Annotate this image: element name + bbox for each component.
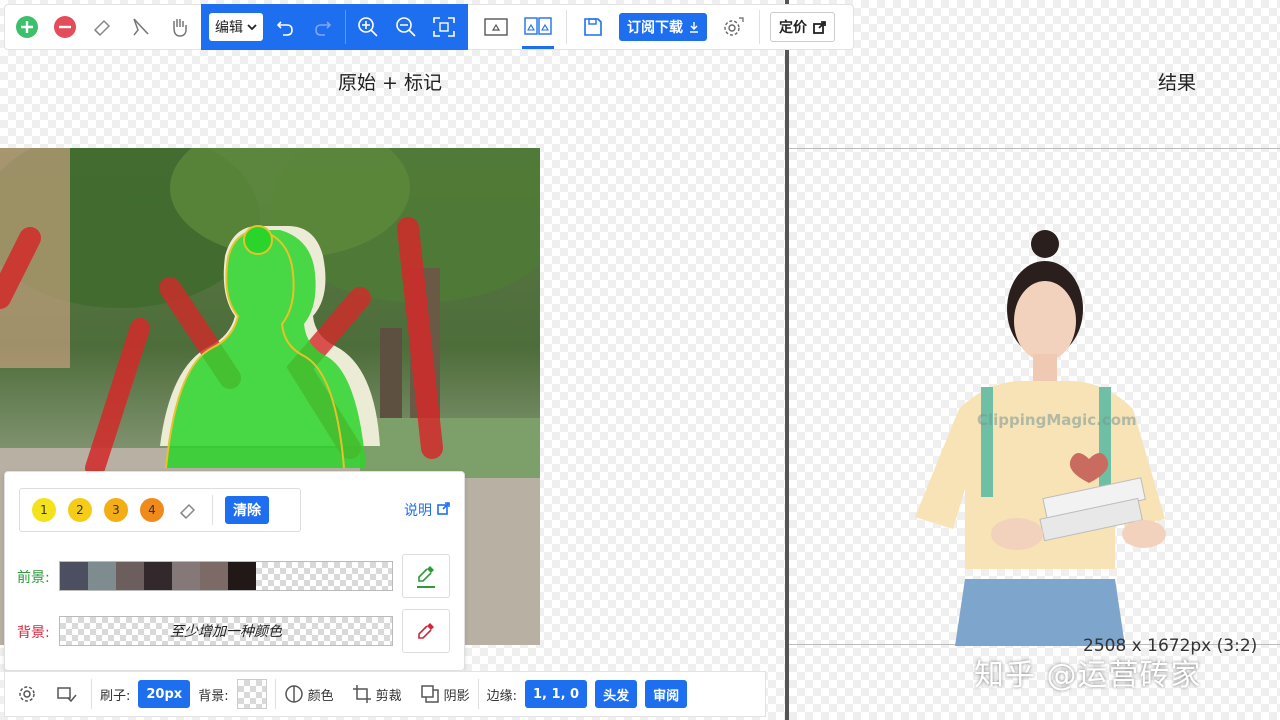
settings-gear-icon[interactable] — [11, 678, 43, 710]
download-settings-icon[interactable] — [717, 11, 749, 43]
single-view-icon[interactable] — [480, 11, 512, 43]
background-setting-label: 背景: — [198, 688, 229, 704]
main-toolbar: 编辑 订阅下载 定价 — [4, 4, 854, 50]
edge-label: 边缘: — [486, 688, 518, 704]
eraser-icon[interactable] — [176, 498, 200, 522]
save-group: 订阅下载 — [567, 5, 759, 49]
zoom-in-icon[interactable] — [352, 11, 384, 43]
mode-select[interactable]: 编辑 — [209, 13, 263, 41]
brush-size-button[interactable]: 20px — [138, 680, 191, 708]
background-preview-button[interactable] — [236, 679, 267, 709]
clippingmagic-watermark: ClippingMagic.com — [977, 411, 1137, 429]
foreground-swatch[interactable] — [172, 562, 200, 590]
crop-icon — [352, 685, 371, 703]
background-picker-button[interactable] — [402, 609, 450, 653]
bottom-toolbar: 刷子: 20px 背景: 颜色 剪裁 阴影 边缘: 1, 1, 0 头发 审阅 — [4, 671, 766, 717]
save-icon[interactable] — [577, 11, 609, 43]
foreground-swatch[interactable] — [144, 562, 172, 590]
shadow-button[interactable]: 阴影 — [420, 684, 470, 704]
brush-label: 刷子: — [100, 688, 131, 704]
help-link[interactable]: 说明 — [404, 500, 450, 520]
eyedropper-icon — [417, 566, 435, 588]
foreground-swatch[interactable] — [60, 562, 88, 590]
eraser-icon[interactable] — [87, 11, 119, 43]
background-swatch-bar[interactable]: 至少增加一种颜色 — [59, 616, 393, 646]
result-pane: 结果 ClippingMagic.com 2508 x 1672px (3:2)… — [789, 0, 1280, 720]
foreground-swatch[interactable] — [88, 562, 116, 590]
zoom-out-icon[interactable] — [390, 11, 422, 43]
original-pane-title: 原始 + 标记 — [338, 72, 442, 94]
subscribe-download-button[interactable]: 订阅下载 — [619, 13, 707, 41]
redo-icon[interactable] — [307, 11, 339, 43]
chevron-down-icon — [247, 24, 257, 31]
edit-zoom-group: 编辑 — [201, 4, 468, 50]
foreground-swatch[interactable] — [116, 562, 144, 590]
scalpel-icon[interactable] — [125, 11, 157, 43]
result-pane-title: 结果 — [1158, 72, 1197, 94]
background-label: 背景: — [17, 625, 50, 641]
foreground-swatch-bar[interactable] — [59, 561, 393, 591]
add-foreground-icon[interactable] — [11, 11, 43, 43]
brush-size-2[interactable]: 2 — [68, 498, 92, 522]
remove-background-icon[interactable] — [49, 11, 81, 43]
crop-button[interactable]: 剪裁 — [352, 684, 402, 704]
foreground-picker-button[interactable] — [402, 554, 450, 598]
hand-pan-icon[interactable] — [163, 11, 195, 43]
review-button[interactable]: 审阅 — [645, 680, 688, 708]
zhihu-watermark: 知乎 @运营砖家 — [974, 658, 1202, 693]
undo-icon[interactable] — [269, 11, 301, 43]
foreground-swatch[interactable] — [200, 562, 228, 590]
view-group — [468, 5, 566, 49]
download-icon — [690, 22, 698, 33]
shadow-icon — [420, 685, 439, 703]
mark-tools-group — [5, 5, 201, 49]
brush-size-1[interactable]: 1 — [32, 498, 56, 522]
clear-button[interactable]: 清除 — [225, 496, 269, 524]
eyedropper-icon — [418, 623, 434, 639]
foreground-label: 前景: — [17, 570, 50, 586]
pricing-button[interactable]: 定价 — [770, 12, 835, 42]
brush-panel: 1 2 3 4 清除 说明 前景: 背景: 至少增加一种颜色 — [4, 471, 465, 671]
pricing-group: 定价 — [760, 5, 845, 49]
hair-button[interactable]: 头发 — [595, 680, 638, 708]
split-view-icon[interactable] — [522, 5, 554, 49]
external-link-icon — [813, 20, 826, 34]
brush-size-4[interactable]: 4 — [140, 498, 164, 522]
result-cutout — [915, 230, 1166, 646]
color-button[interactable]: 颜色 — [284, 684, 334, 704]
edge-value-button[interactable]: 1, 1, 0 — [525, 680, 588, 708]
color-circle-icon — [284, 685, 303, 703]
empty-swatch-area — [256, 562, 392, 590]
foreground-swatch[interactable] — [228, 562, 256, 590]
external-link-icon — [437, 501, 450, 519]
brush-size-3[interactable]: 3 — [104, 498, 128, 522]
layers-check-icon[interactable] — [51, 678, 83, 710]
original-pane: 原始 + 标记 1 2 3 4 清除 说明 前景: 背景: 至少增加一种颜色 刷… — [0, 0, 785, 720]
fit-to-screen-icon[interactable] — [428, 11, 460, 43]
background-hint: 至少增加一种颜色 — [170, 624, 282, 640]
result-canvas[interactable] — [789, 148, 1280, 646]
brush-size-row: 1 2 3 4 清除 — [19, 488, 301, 532]
